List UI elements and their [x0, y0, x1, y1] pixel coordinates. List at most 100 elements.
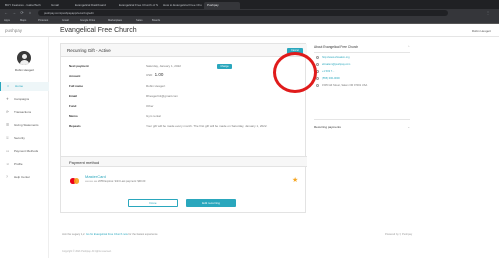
sidebar: Robin Hesgert ⌂ Home ✈ Campaigns ⟳ Trans…	[0, 37, 49, 258]
sidebar-item-help-center[interactable]: ? Help Center	[0, 173, 49, 182]
about-title: About Evangelical Free Church	[314, 45, 359, 49]
about-address-row: 1505 Gill Street, Salem OR 97301 USA	[316, 84, 367, 88]
user-menu[interactable]: Robin Hesgert	[472, 29, 491, 33]
browser-tab[interactable]: How to Evangelical Free Church...	[160, 2, 202, 10]
browser-tab[interactable]: Evangelical Free Church of Sal...	[116, 2, 158, 10]
change-button[interactable]: Change	[217, 64, 232, 69]
avatar	[17, 51, 31, 65]
campaigns-icon: ✈	[6, 97, 9, 101]
home-browser-icon[interactable]: ⌂	[27, 10, 33, 16]
browser-tab-active[interactable]: Pushpay	[204, 1, 240, 9]
sidebar-item-label: Help Center	[14, 175, 31, 179]
done-button[interactable]: Done	[128, 199, 178, 207]
full-name-value: Robin Hesgert	[146, 84, 166, 88]
home-icon: ⌂	[7, 84, 10, 88]
chevron-up-icon[interactable]: ⌃	[407, 45, 410, 49]
fund-value: Other	[146, 104, 154, 108]
help-icon: ?	[6, 175, 8, 179]
location-icon	[316, 84, 319, 87]
sidebar-item-label: Transactions	[14, 110, 32, 114]
browser-tab-bar: BUY Features - IsabelTech Gmail Evangeli…	[0, 0, 499, 9]
avatar-body	[19, 59, 29, 65]
card-header: Recurring Gift - Active Cancel	[61, 44, 307, 57]
card-icon: ▭	[6, 149, 10, 153]
browser-tab[interactable]: BUY Features - IsabelTech	[2, 2, 46, 10]
amount-label: Amount	[69, 74, 81, 78]
menu-icon[interactable]: ⋮	[485, 10, 491, 16]
bookmarks-bar: Apps Maps Pinterest Gmail Google Drive M…	[0, 17, 499, 24]
divider	[314, 52, 410, 53]
page-title: Evangelical Free Church	[60, 27, 137, 34]
reload-icon[interactable]: ⟳	[19, 10, 25, 16]
sidebar-item-payment-methods[interactable]: ▭ Payment Methods	[0, 147, 49, 156]
bookmark[interactable]: Pinterest	[38, 19, 48, 22]
fund-label: Fund	[69, 104, 77, 108]
forward-icon[interactable]: →	[11, 10, 17, 16]
payment-method-title: Payment method	[69, 160, 100, 165]
payment-method-name[interactable]: MasterCard	[85, 174, 106, 179]
currency-code: USD	[146, 73, 153, 77]
bookmark[interactable]: Google Drive	[80, 19, 95, 22]
bookmark[interactable]: Gmail	[62, 19, 69, 22]
sidebar-item-label: Profile	[14, 162, 23, 166]
brand-logo[interactable]: pushpay	[5, 28, 22, 33]
memo-label: Memo	[69, 114, 78, 118]
globe-icon	[316, 56, 319, 59]
profile-icon: ☺	[6, 162, 10, 166]
sidebar-item-profile[interactable]: ☺ Profile	[0, 160, 49, 169]
sidebar-item-label: Security	[14, 136, 25, 140]
about-website[interactable]: http://www.efcsalem.org	[316, 56, 350, 59]
about-phone[interactable]: +1 503 7...	[316, 70, 334, 73]
transactions-icon: ⟳	[6, 110, 9, 114]
browser-tab[interactable]: Evangelical Dashboard	[72, 2, 114, 10]
edit-recurring-button[interactable]: Edit recurring	[186, 199, 236, 207]
bookmark[interactable]: Marketplace	[108, 19, 122, 22]
sidebar-item-security[interactable]: ⚿ Security	[0, 134, 49, 143]
browser-tab[interactable]: Gmail	[48, 2, 70, 10]
about-email[interactable]: efcsalem@pushpay.com	[316, 63, 350, 66]
bookmark[interactable]: Boards	[152, 19, 160, 22]
email-label: Email	[69, 94, 78, 98]
footer-link[interactable]: Go for Evangelical Free Church now	[86, 233, 128, 236]
sidebar-item-label: Campaigns	[14, 97, 30, 101]
payment-method-header: Payment method	[61, 156, 307, 167]
sidebar-item-label: Payment Methods	[14, 149, 39, 153]
mastercard-circle-orange	[73, 178, 79, 184]
repeats-value: Your gift will be made every month. The …	[146, 124, 268, 128]
phone-icon	[316, 77, 319, 80]
back-icon[interactable]: ←	[3, 10, 9, 16]
next-payment-label: Next payment	[69, 64, 89, 68]
address-bar[interactable]: pushpay.com/pushpayapp/recurring/edit	[38, 10, 448, 16]
statements-icon: ☰	[6, 123, 10, 127]
card-title: Recurring Gift - Active	[67, 47, 111, 53]
sidebar-user-name: Robin Hesgert	[14, 68, 35, 72]
sidebar-item-home[interactable]: ⌂ Home	[0, 82, 49, 91]
mastercard-icon	[70, 178, 79, 184]
sidebar-item-label: Giving Statements	[14, 123, 39, 127]
sidebar-item-giving-statements[interactable]: ☰ Giving Statements	[0, 121, 49, 130]
star-icon[interactable]: ★	[292, 176, 298, 184]
email-value: Rhesgert11@gmail.com	[146, 94, 179, 98]
divider	[314, 119, 410, 120]
annotation-circle	[273, 52, 317, 93]
amount-value: 1.00	[154, 72, 164, 77]
recurring-gift-card: Recurring Gift - Active Cancel Next paym…	[60, 43, 307, 213]
sidebar-item-transactions[interactable]: ⟳ Transactions	[0, 108, 49, 117]
avatar-head	[21, 53, 27, 59]
payment-method-details: •••• •••• •••• 2055 Expires: 9/23 Last p…	[85, 180, 146, 183]
sidebar-item-label: Home	[15, 84, 24, 88]
chevron-down-icon[interactable]: ⌄	[407, 125, 410, 129]
footer-note: Join the Legacy 1,2. Go for Evangelical …	[62, 233, 158, 236]
sidebar-item-campaigns[interactable]: ✈ Campaigns	[0, 95, 49, 104]
browser-toolbar: ← → ⟳ ⌂ pushpay.com/pushpayapp/recurring…	[0, 9, 499, 17]
repeats-label: Repeats	[69, 124, 81, 128]
bookmark[interactable]: Apps	[4, 19, 10, 22]
recurring-payments-title: Recurring payments	[314, 125, 341, 129]
bookmark[interactable]: Maps	[20, 19, 26, 22]
security-icon: ⚿	[6, 136, 9, 140]
about-phone-2[interactable]: (555) 000-0000	[316, 77, 340, 80]
bookmark[interactable]: Sales	[136, 19, 143, 22]
copyright: Copyright © 2021 Pushpay. All rights res…	[62, 250, 112, 253]
footer-brand: Powered by ⚲ Pushpay	[385, 233, 413, 236]
memo-value: Gym rental	[146, 114, 161, 118]
